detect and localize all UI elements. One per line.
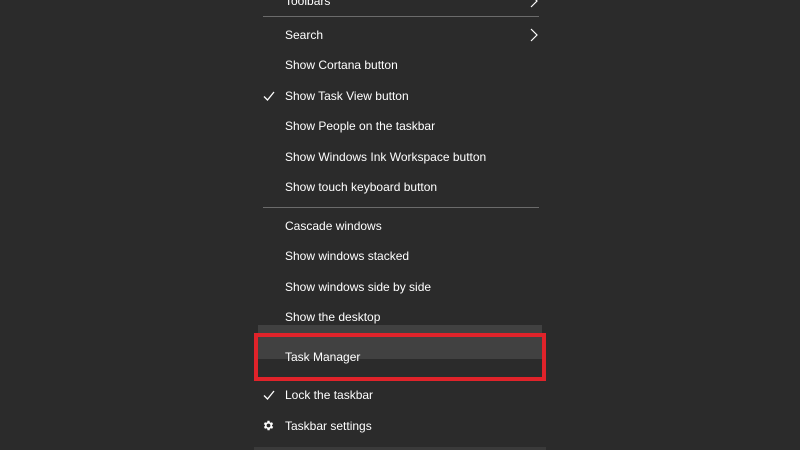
gear-icon — [263, 420, 274, 431]
menu-item-show-ink-workspace-label: Show Windows Ink Workspace button — [285, 150, 487, 164]
menu-item-taskbar-settings-label: Taskbar settings — [285, 419, 372, 433]
menu-item-show-touch-keyboard-label: Show touch keyboard button — [285, 180, 438, 194]
menu-item-cascade-windows[interactable]: Cascade windows — [254, 211, 546, 241]
menu-item-show-people[interactable]: Show People on the taskbar — [254, 111, 546, 141]
menu-item-show-desktop-label: Show the desktop — [285, 310, 381, 324]
menu-item-lock-taskbar[interactable]: Lock the taskbar — [254, 380, 546, 410]
menu-item-search-label: Search — [285, 28, 324, 42]
menu-item-windows-side-by-side[interactable]: Show windows side by side — [254, 272, 546, 302]
menu-separator — [263, 207, 539, 208]
taskbar-context-menu: Toolbars Search Show Cortana button Show… — [254, 0, 546, 450]
menu-item-windows-stacked[interactable]: Show windows stacked — [254, 241, 546, 271]
menu-item-show-people-label: Show People on the taskbar — [285, 119, 436, 133]
menu-separator — [263, 16, 539, 17]
menu-item-show-cortana-label: Show Cortana button — [285, 58, 398, 72]
menu-item-toolbars-label: Toolbars — [285, 0, 331, 8]
menu-item-cascade-windows-label: Cascade windows — [285, 219, 382, 233]
chevron-right-icon — [530, 0, 538, 8]
menu-item-windows-stacked-label: Show windows stacked — [285, 249, 410, 263]
menu-item-search[interactable]: Search — [254, 20, 546, 50]
checkmark-icon — [263, 91, 275, 101]
highlight-annotation-box — [254, 333, 546, 381]
menu-item-show-ink-workspace[interactable]: Show Windows Ink Workspace button — [254, 142, 546, 172]
menu-item-lock-taskbar-label: Lock the taskbar — [285, 388, 374, 402]
menu-item-show-task-view[interactable]: Show Task View button — [254, 81, 546, 111]
checkmark-icon — [263, 390, 275, 400]
menu-item-show-touch-keyboard[interactable]: Show touch keyboard button — [254, 172, 546, 202]
menu-item-toolbars[interactable]: Toolbars — [254, 0, 546, 16]
menu-item-taskbar-settings[interactable]: Taskbar settings — [254, 411, 546, 441]
menu-item-show-cortana[interactable]: Show Cortana button — [254, 50, 546, 80]
menu-item-windows-side-by-side-label: Show windows side by side — [285, 280, 432, 294]
menu-item-show-task-view-label: Show Task View button — [285, 89, 409, 103]
chevron-right-icon — [530, 28, 538, 42]
